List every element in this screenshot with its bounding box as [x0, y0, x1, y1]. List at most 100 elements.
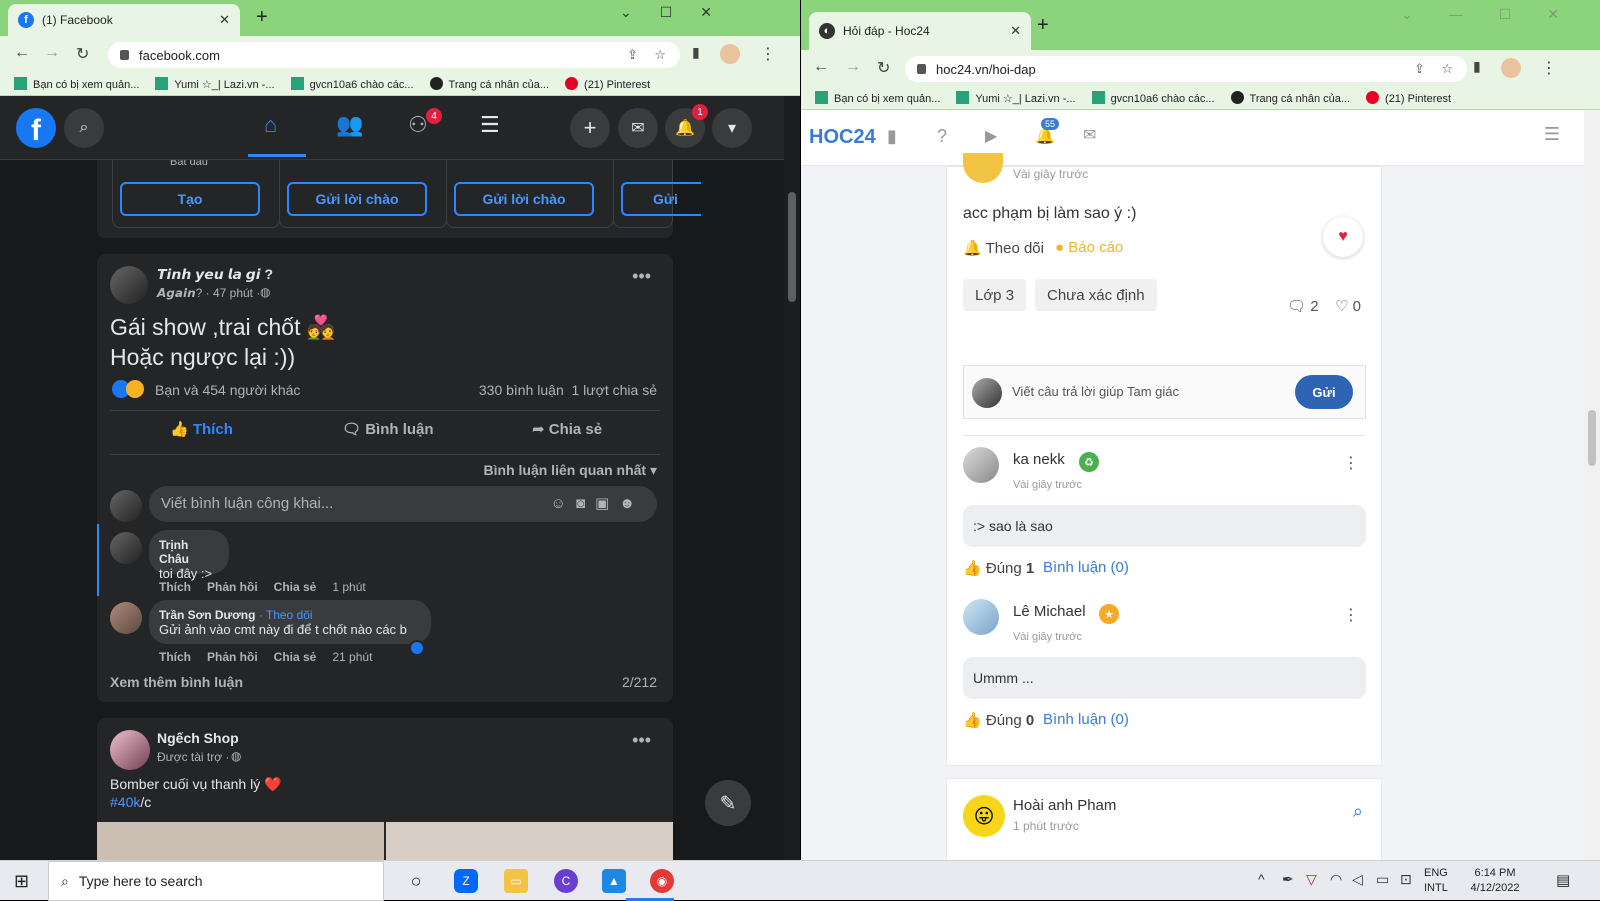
comment-like[interactable]: Thích [159, 580, 191, 594]
sidebar-icon[interactable]: ▮ [1473, 58, 1481, 75]
network-icon[interactable]: ⊡ [1400, 871, 1412, 888]
answer-input[interactable]: Viết câu trả lời giúp Tam giác Gửi [963, 365, 1366, 419]
answerer-name[interactable]: ka nekk [1013, 451, 1065, 468]
clock[interactable]: 6:14 PM 4/12/2022 [1460, 866, 1530, 896]
antivirus-icon[interactable]: ▽ [1306, 871, 1317, 888]
canva-icon[interactable]: C [554, 869, 578, 893]
pen-icon[interactable]: ✒ [1282, 871, 1294, 888]
scrollbar[interactable] [784, 96, 800, 860]
comment-share-counts[interactable]: 330 bình luận 1 lượt chia sẻ [479, 382, 657, 398]
forward-icon[interactable]: → [44, 44, 60, 62]
avatar[interactable] [963, 447, 999, 483]
send-button[interactable]: Gửi [1295, 375, 1353, 409]
share-button[interactable]: ➦ Chia sẻ [532, 420, 602, 438]
close-window-icon[interactable]: ✕ [700, 4, 712, 21]
tray-chevron-icon[interactable]: ^ [1258, 871, 1265, 887]
commenter-name[interactable]: Trần Sơn Dương [159, 608, 255, 622]
create-icon[interactable]: + [570, 108, 610, 148]
tag-chip[interactable]: Chưa xác định [1035, 279, 1157, 311]
close-tab-icon[interactable]: ✕ [1010, 23, 1021, 39]
heart-icon[interactable]: ♥ [1323, 217, 1363, 257]
windows-start-icon[interactable]: ⊞ [14, 871, 29, 892]
home-icon[interactable]: ⌂ [264, 112, 277, 138]
book-icon[interactable]: ▮ [887, 126, 897, 147]
answer-comments-link[interactable]: Bình luận (0) [1043, 559, 1129, 576]
photos-icon[interactable]: ▲ [602, 869, 626, 893]
comment-share[interactable]: Chia sẻ [274, 650, 317, 664]
bookmark-item[interactable]: Bạn có bị xem quản... [815, 90, 940, 105]
avatar[interactable] [963, 153, 1003, 183]
new-message-icon[interactable]: ✎ [705, 780, 751, 826]
profile-avatar[interactable] [1501, 58, 1521, 78]
bookmark-item[interactable]: Trang cá nhân của... [429, 76, 549, 91]
answer-comments-link[interactable]: Bình luận (0) [1043, 711, 1129, 728]
avatar[interactable] [110, 266, 148, 304]
post-author[interactable]: Ngếch Shop [157, 730, 239, 746]
tab-facebook[interactable]: f (1) Facebook ✕ [8, 4, 240, 36]
scrollbar[interactable] [1584, 110, 1600, 860]
close-window-icon[interactable]: ✕ [1547, 6, 1559, 23]
avatar[interactable] [963, 599, 999, 635]
taskbar-search-input[interactable]: ⌕ Type here to search [48, 861, 384, 901]
greet-button[interactable]: Gửi [621, 182, 701, 216]
search-icon[interactable]: ⌕ [64, 108, 104, 148]
comment-share[interactable]: Chia sẻ [274, 580, 317, 594]
follow-button[interactable]: 🔔 Theo dõi [963, 239, 1044, 257]
answerer-name[interactable]: Lê Michael [1013, 603, 1086, 620]
volume-icon[interactable]: ◁ [1352, 871, 1363, 888]
close-tab-icon[interactable]: ✕ [219, 12, 230, 28]
create-button[interactable]: Tạo [120, 182, 260, 216]
share-icon[interactable]: ⇪ [1414, 61, 1425, 77]
avatar[interactable] [110, 602, 142, 634]
reload-icon[interactable]: ↻ [76, 44, 89, 64]
question-icon[interactable]: ? [937, 126, 947, 147]
profile-avatar[interactable] [720, 44, 740, 64]
bookmark-item[interactable]: Yumi ☆_| Lazi.vn -... [155, 76, 275, 91]
task-view-icon[interactable]: ○ [404, 869, 428, 893]
comment-like[interactable]: Thích [159, 650, 191, 664]
comment-count[interactable]: 🗨 2 [1287, 297, 1319, 315]
url-input[interactable]: facebook.com ⇪ ☆ [108, 42, 680, 68]
bookmark-item[interactable]: Bạn có bị xem quản... [14, 76, 139, 91]
avatar[interactable]: 😛 [963, 795, 1005, 837]
hashtag-link[interactable]: #40k [110, 794, 140, 810]
new-tab-button[interactable]: + [256, 6, 268, 29]
post-image[interactable] [97, 822, 384, 860]
bookmark-item[interactable]: Trang cá nhân của... [1230, 90, 1350, 105]
tag-chip[interactable]: Lớp 3 [963, 279, 1027, 311]
post-image[interactable] [386, 822, 673, 860]
bookmark-item[interactable]: (21) Pinterest [1366, 90, 1451, 105]
maximize-icon[interactable]: ☐ [1499, 6, 1512, 23]
menu-icon[interactable]: ☰ [480, 112, 500, 138]
new-tab-button[interactable]: + [1037, 14, 1049, 37]
account-menu-icon[interactable]: ▾ [712, 108, 752, 148]
reload-icon[interactable]: ↻ [877, 58, 890, 78]
bookmark-item[interactable]: gvcn10a6 chào các... [290, 76, 414, 91]
input-language[interactable]: ENG INTL [1424, 866, 1448, 896]
sidebar-icon[interactable]: ▮ [692, 44, 700, 61]
more-options-icon[interactable]: ⋮ [1343, 605, 1359, 625]
comment-reply[interactable]: Phản hồi [207, 580, 258, 594]
chevron-down-icon[interactable]: ⌄ [620, 4, 632, 21]
commenter-name[interactable]: Trịnh Châu [159, 538, 219, 566]
comment-attach-icons[interactable]: ☺◙▣☻ [551, 494, 645, 512]
reaction-summary[interactable]: Bạn và 454 người khác [155, 382, 300, 398]
search-icon[interactable]: ⌕ [1353, 801, 1363, 822]
facebook-logo[interactable]: f [16, 108, 56, 148]
forward-icon[interactable]: → [845, 58, 861, 76]
bookmark-item[interactable]: Yumi ☆_| Lazi.vn -... [956, 90, 1076, 105]
hoc24-logo[interactable]: HOC24 [809, 126, 876, 149]
comment-input[interactable]: Viết bình luận công khai... ☺◙▣☻ [149, 486, 657, 522]
follow-link[interactable]: · Theo dõi [259, 608, 313, 622]
groups-icon[interactable]: ⚇ [408, 112, 428, 138]
url-input[interactable]: hoc24.vn/hoi-dap ⇪ ☆ [905, 56, 1467, 82]
video-icon[interactable]: ▶ [985, 126, 997, 146]
messenger-icon[interactable]: ✉ [618, 108, 658, 148]
hamburger-icon[interactable]: ☰ [1544, 124, 1560, 145]
comment-sort-dropdown[interactable]: Bình luận liên quan nhất ▾ [484, 462, 657, 479]
chrome-icon[interactable]: ◉ [650, 869, 674, 893]
chevron-down-icon[interactable]: ⌄ [1401, 6, 1413, 23]
more-options-icon[interactable]: ••• [632, 266, 651, 287]
notification-center-icon[interactable]: ▤ [1556, 871, 1570, 889]
comment-time[interactable]: 1 phút [332, 580, 365, 594]
